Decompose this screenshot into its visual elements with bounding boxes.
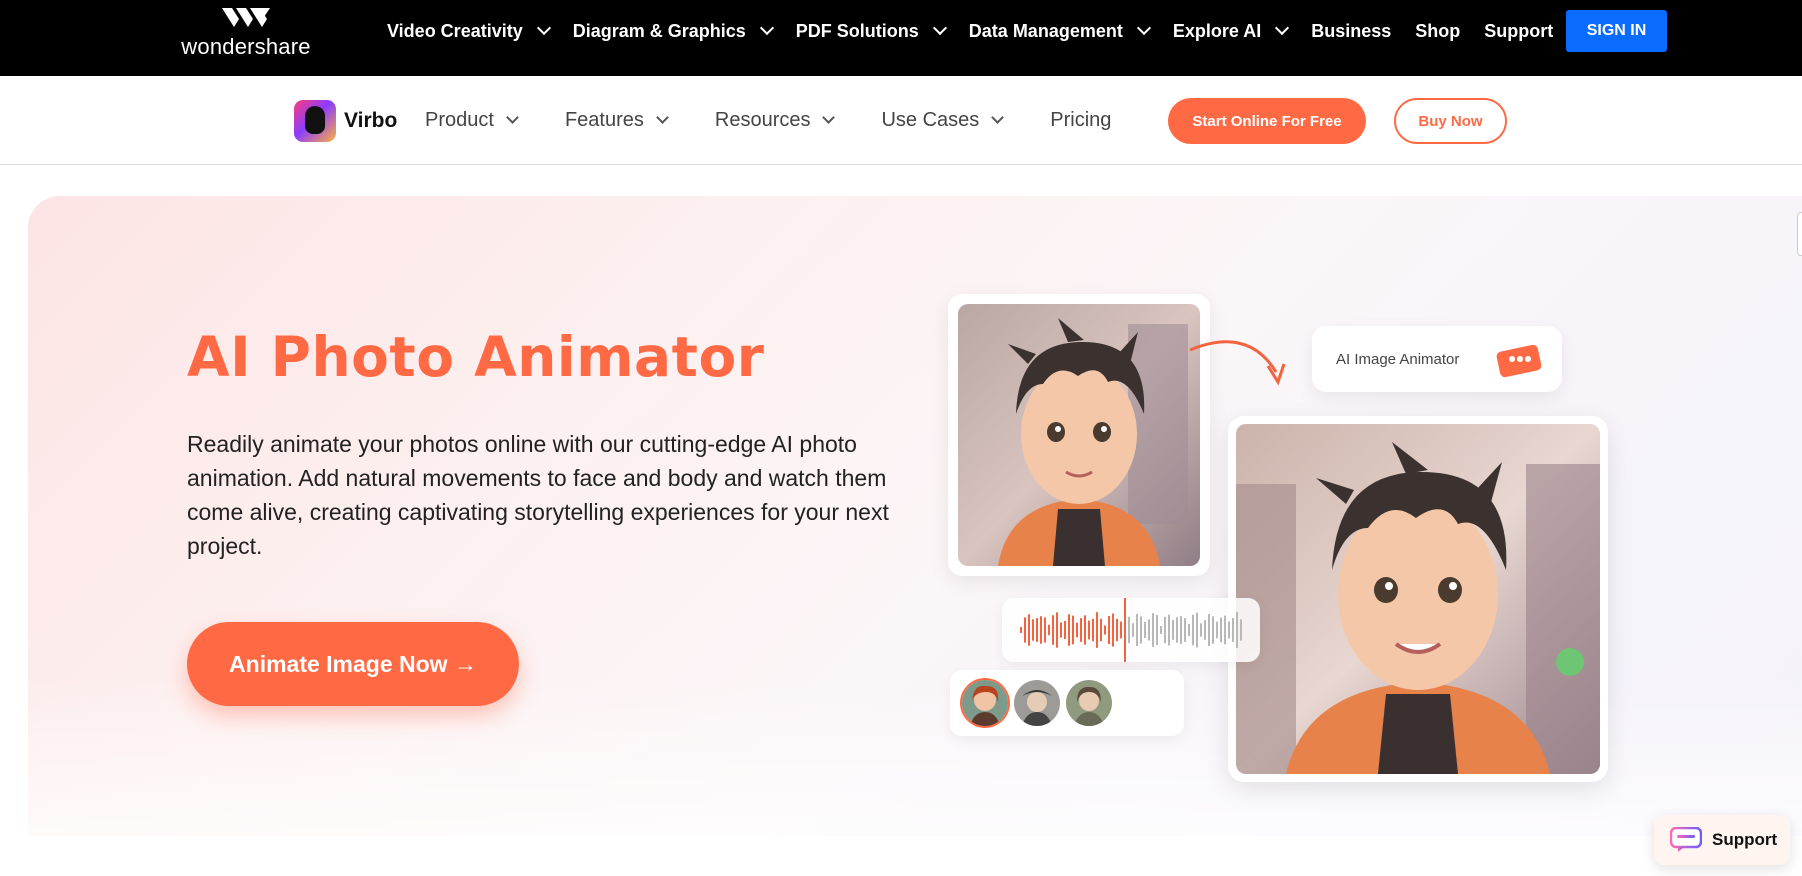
product-nav-label: Use Cases	[881, 109, 980, 131]
hero-description: Readily animate your photos online with …	[187, 431, 889, 559]
sign-in-button[interactable]: SIGN IN	[1566, 10, 1667, 52]
wondershare-logo-icon	[222, 8, 270, 27]
product-nav-use-cases[interactable]: Use Cases	[881, 109, 1005, 132]
topnav-item-label: Video Creativity	[387, 20, 523, 41]
topnav-item-explore-ai[interactable]: Explore AI	[1172, 20, 1290, 42]
topnav-item-label: Support	[1484, 20, 1554, 41]
avatar-option[interactable]	[962, 680, 1008, 726]
page-title: AI Photo Animator	[187, 325, 765, 389]
topnav-item-label: PDF Solutions	[795, 20, 919, 41]
virbo-app-icon	[294, 100, 336, 142]
start-online-button[interactable]: Start Online For Free	[1168, 98, 1366, 144]
topnav-item-video-creativity[interactable]: Video Creativity	[387, 20, 551, 42]
ai-image-animator-label: AI Image Animator	[1336, 350, 1460, 368]
chevron-down-icon	[759, 20, 774, 36]
topnav-item-label: Shop	[1415, 20, 1461, 41]
topnav-item-shop[interactable]: Shop	[1415, 21, 1460, 42]
topnav-item-label: Data Management	[968, 20, 1123, 41]
topnav-item-label: Diagram & Graphics	[572, 20, 746, 41]
audio-waveform	[1002, 598, 1260, 662]
avatar-picker	[950, 670, 1184, 736]
topnav-item-label: Explore AI	[1172, 20, 1262, 41]
animator-icon	[1496, 344, 1542, 378]
product-nav-label: Features	[564, 109, 644, 131]
global-header: wondershare Video Creativity Diagram & Gr…	[0, 0, 1802, 76]
animated-photo	[1236, 424, 1600, 774]
topnav-item-pdf-solutions[interactable]: PDF Solutions	[795, 20, 947, 42]
virbo-logo[interactable]: Virbo	[294, 100, 397, 142]
waveform-graphic	[1020, 598, 1242, 662]
chevron-down-icon	[822, 111, 836, 124]
product-nav-items: Product Features Resources Use Cases Pricing	[425, 76, 1159, 165]
topnav-item-business[interactable]: Business	[1311, 21, 1391, 42]
avatar-option[interactable]	[1014, 680, 1060, 726]
product-name: Virbo	[344, 109, 398, 132]
product-nav-label: Pricing	[1050, 109, 1112, 131]
wondershare-logo-text: wondershare	[181, 34, 311, 59]
buy-now-button[interactable]: Buy Now	[1394, 98, 1507, 144]
flow-arrow-icon	[1189, 340, 1286, 386]
product-nav-pricing[interactable]: Pricing	[1050, 109, 1111, 132]
hero-illustration: AI Image Animator	[940, 280, 1620, 800]
chevron-down-icon	[506, 111, 519, 124]
animated-photo-card	[1228, 416, 1608, 782]
chat-icon	[1670, 827, 1702, 852]
wondershare-logo[interactable]: wondershare	[176, 6, 316, 64]
side-feedback-tab[interactable]	[1797, 212, 1802, 256]
avatar-option[interactable]	[1066, 680, 1112, 726]
topnav-item-label: Business	[1311, 20, 1392, 41]
ai-image-animator-badge: AI Image Animator	[1312, 326, 1562, 392]
product-nav-label: Product	[425, 109, 494, 131]
source-photo-card	[948, 294, 1210, 576]
chevron-down-icon	[932, 20, 947, 36]
topnav-item-data-management[interactable]: Data Management	[968, 20, 1151, 42]
chevron-down-icon	[991, 111, 1005, 124]
topnav-item-diagram-graphics[interactable]: Diagram & Graphics	[572, 20, 774, 42]
support-label: Support	[1712, 830, 1778, 849]
chevron-down-icon	[656, 111, 669, 124]
support-widget[interactable]: Support	[1654, 815, 1790, 865]
product-nav: Virbo Product Features Resources Use Cases P…	[0, 76, 1802, 165]
product-nav-product[interactable]: Product	[425, 109, 519, 132]
product-nav-features[interactable]: Features	[564, 109, 669, 132]
product-nav-label: Resources	[714, 109, 811, 131]
chevron-down-icon	[1275, 20, 1290, 36]
global-nav: Video Creativity Diagram & Graphics PDF So…	[387, 0, 1577, 62]
chevron-down-icon	[536, 20, 551, 36]
chevron-down-icon	[1136, 20, 1151, 36]
source-photo	[958, 304, 1200, 566]
product-nav-resources[interactable]: Resources	[714, 109, 836, 132]
animate-image-button[interactable]: Animate Image Now →	[187, 622, 519, 706]
topnav-item-support[interactable]: Support	[1484, 21, 1553, 42]
